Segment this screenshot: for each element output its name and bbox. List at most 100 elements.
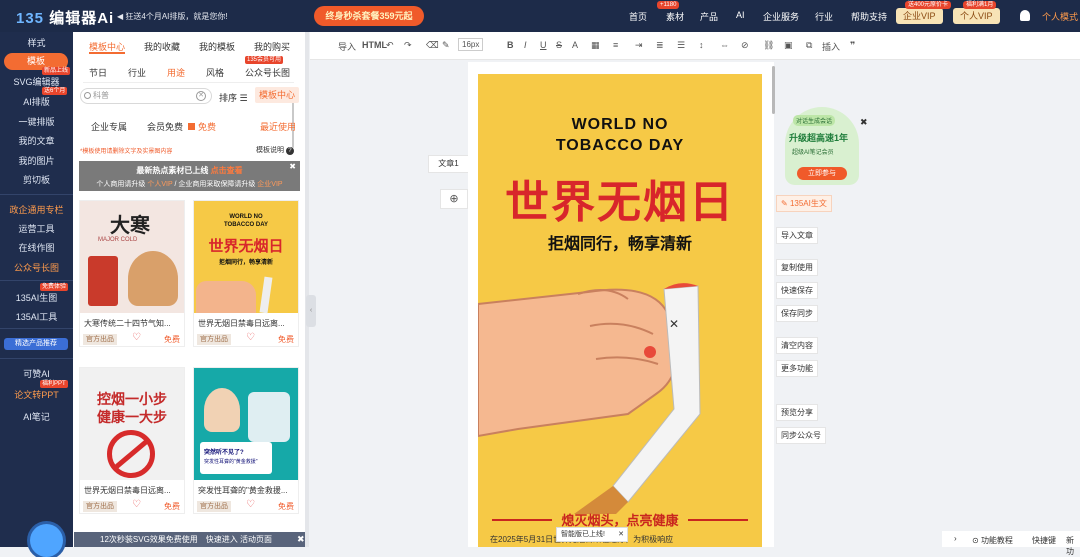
filter-member-free[interactable]: 会员免费: [147, 120, 183, 133]
sidebar-item-ai-image[interactable]: 135AI生图: [0, 291, 73, 304]
sidebar-item-ai-notes[interactable]: AI笔记: [0, 410, 73, 423]
template-card[interactable]: WORLD NO TOBACCO DAY 世界无烟日 拒烟同行，畅享清新 世界无…: [193, 200, 299, 347]
subtab-usage[interactable]: 用途: [167, 66, 185, 79]
quick-save-button[interactable]: 快速保存: [776, 282, 818, 299]
letter-spacing-icon[interactable]: ⇔: [720, 40, 729, 50]
italic-icon[interactable]: I: [524, 40, 527, 50]
indent-icon[interactable]: ⇥: [635, 40, 643, 51]
close-icon[interactable]: ✖: [860, 117, 868, 128]
heart-icon[interactable]: ♡: [246, 332, 255, 343]
add-doc-icon[interactable]: ⊕: [440, 189, 468, 209]
collapse-handle-icon[interactable]: ‹: [306, 295, 316, 327]
template-card[interactable]: 大寒 MAJOR COLD 大寒传统二十四节气知... 官方出品 ♡ 免费: [79, 200, 185, 347]
nav-ai[interactable]: AI: [736, 10, 745, 20]
underline-icon[interactable]: U: [540, 40, 547, 50]
sidebar-item-styles[interactable]: 样式: [0, 36, 73, 49]
template-card[interactable]: 突然听不见了? 突发性耳聋的"黄金救援" 突发性耳聋的"黄金救援... 官方出品…: [193, 367, 299, 514]
save-sync-button[interactable]: 保存同步: [776, 305, 818, 322]
more-functions-button[interactable]: 更多功能: [776, 360, 818, 377]
spacing-icon[interactable]: ↕: [699, 40, 704, 50]
bold-icon[interactable]: B: [507, 40, 514, 50]
font-size-select[interactable]: 16px: [458, 38, 484, 51]
filter-free[interactable]: 免费: [188, 120, 216, 133]
clear-format-icon[interactable]: ⊘: [741, 40, 749, 51]
close-icon[interactable]: ✖: [297, 534, 305, 545]
promo-banner[interactable]: 终身秒杀套餐359元起: [314, 6, 424, 26]
quote-icon[interactable]: ❞: [850, 40, 855, 51]
subtab-long-image[interactable]: 公众号长图: [245, 66, 290, 79]
canvas-scrollbar[interactable]: [772, 66, 775, 114]
sidebar-item-gov-column[interactable]: 政企通用专栏: [0, 203, 73, 216]
tutorial-link[interactable]: ⊙ 功能教程: [972, 535, 1013, 546]
sidebar-item-ai-layout[interactable]: AI排版: [0, 95, 73, 108]
sidebar-item-featured[interactable]: 精选产品推荐: [4, 338, 68, 350]
sidebar-item-kezan-ai[interactable]: 可赞AI: [0, 367, 73, 380]
header-slogan[interactable]: ◀ 狂送4个月AI排版，就是您你!: [117, 11, 228, 22]
promo-ad[interactable]: 对话生成会话 升级超高速1年 超级AI笔记会员 立即参与: [785, 107, 859, 185]
sync-wechat-button[interactable]: 同步公众号: [776, 427, 826, 444]
nav-help[interactable]: 帮助支持: [851, 10, 887, 23]
logo[interactable]: 135 编辑器Ai: [16, 7, 114, 28]
template-center-button[interactable]: 模板中心: [255, 87, 300, 103]
heart-icon[interactable]: ♡: [246, 499, 255, 510]
format-painter-icon[interactable]: ✎: [442, 40, 450, 51]
sidebar-item-one-click-layout[interactable]: 一键排版: [0, 115, 73, 128]
ai-generate-button[interactable]: ✎ 135AI生文: [776, 195, 832, 212]
image-icon[interactable]: ▣: [784, 40, 793, 51]
line-height-icon[interactable]: ☰: [677, 40, 685, 51]
nav-industry[interactable]: 行业: [815, 10, 833, 23]
ad-button[interactable]: 立即参与: [797, 167, 847, 180]
nav-products[interactable]: 产品: [700, 10, 718, 23]
align-icon[interactable]: ≡: [613, 40, 618, 50]
bg-color-icon[interactable]: ▦: [591, 40, 600, 51]
template-card[interactable]: 控烟一小步 健康一大步 世界无烟日禁毒日远离... 官方出品 ♡ 免费: [79, 367, 185, 514]
sidebar-item-ai-tools[interactable]: 135AI工具: [0, 310, 73, 323]
panel-splitter[interactable]: [305, 32, 309, 547]
sidebar-item-paper-ppt[interactable]: 论文转PPT: [0, 388, 73, 401]
sidebar-item-my-articles[interactable]: 我的文章: [0, 134, 73, 147]
heart-icon[interactable]: ♡: [132, 332, 141, 343]
recent-used[interactable]: 最近使用: [260, 120, 296, 133]
chevron-right-icon[interactable]: ›: [954, 534, 957, 543]
clear-icon[interactable]: ✕: [196, 91, 206, 101]
filter-enterprise[interactable]: 企业专属: [91, 120, 127, 133]
sidebar-item-my-images[interactable]: 我的图片: [0, 154, 73, 167]
strikethrough-icon[interactable]: S: [556, 40, 562, 50]
tab-purchases[interactable]: 我的购买: [254, 40, 290, 53]
sidebar-item-clipboard[interactable]: 剪切板: [0, 173, 73, 186]
ai-assistant-orb-icon[interactable]: [30, 524, 63, 557]
template-guide[interactable]: 模板说明 ?: [256, 145, 294, 155]
subtab-industry[interactable]: 行业: [128, 66, 146, 79]
font-color-icon[interactable]: A: [572, 40, 578, 50]
redo-icon[interactable]: ↷: [404, 40, 412, 51]
sidebar-item-ops-tools[interactable]: 运营工具: [0, 222, 73, 235]
bottom-banner[interactable]: 12次秒装SVG效果免费使用 快速进入 活动页面: [74, 532, 306, 547]
nav-enterprise[interactable]: 企业服务: [763, 10, 799, 23]
preview-share-button[interactable]: 预览分享: [776, 404, 818, 421]
sidebar-item-online-drawing[interactable]: 在线作图: [0, 241, 73, 254]
eraser-icon[interactable]: ⌫: [426, 40, 439, 51]
tab-my-templates[interactable]: 我的模板: [199, 40, 235, 53]
subtab-festival[interactable]: 节日: [89, 66, 107, 79]
personal-vip-button[interactable]: 个人VIP: [953, 8, 1000, 24]
undo-icon[interactable]: ↶: [386, 40, 394, 51]
template-search-input[interactable]: 科普: [80, 88, 212, 104]
close-icon[interactable]: ✖: [289, 162, 296, 171]
notice-link[interactable]: 点击查看: [211, 166, 243, 175]
link-icon[interactable]: ⛓: [763, 40, 774, 51]
clear-content-button[interactable]: 清空内容: [776, 337, 818, 354]
tab-favorites[interactable]: 我的收藏: [144, 40, 180, 53]
new-feature-link[interactable]: 新功: [1066, 535, 1080, 557]
copy-icon[interactable]: ⧉: [806, 40, 812, 51]
import-button[interactable]: 导入: [338, 40, 356, 53]
close-icon[interactable]: ✕: [618, 528, 624, 541]
copy-use-button[interactable]: 复制使用: [776, 259, 818, 276]
sidebar-item-long-image[interactable]: 公众号长图: [0, 261, 73, 274]
import-article-button[interactable]: 导入文章: [776, 227, 818, 244]
subtab-style[interactable]: 风格: [206, 66, 224, 79]
sort-button[interactable]: 排序 ☰: [219, 91, 248, 104]
poster[interactable]: WORLD NO TOBACCO DAY 世界无烟日 拒烟同行，畅享清新 ✕ 熄…: [478, 74, 762, 547]
heart-icon[interactable]: ♡: [132, 499, 141, 510]
personal-mode[interactable]: 个人模式: [1042, 10, 1078, 23]
insert-menu[interactable]: 插入: [822, 40, 840, 53]
